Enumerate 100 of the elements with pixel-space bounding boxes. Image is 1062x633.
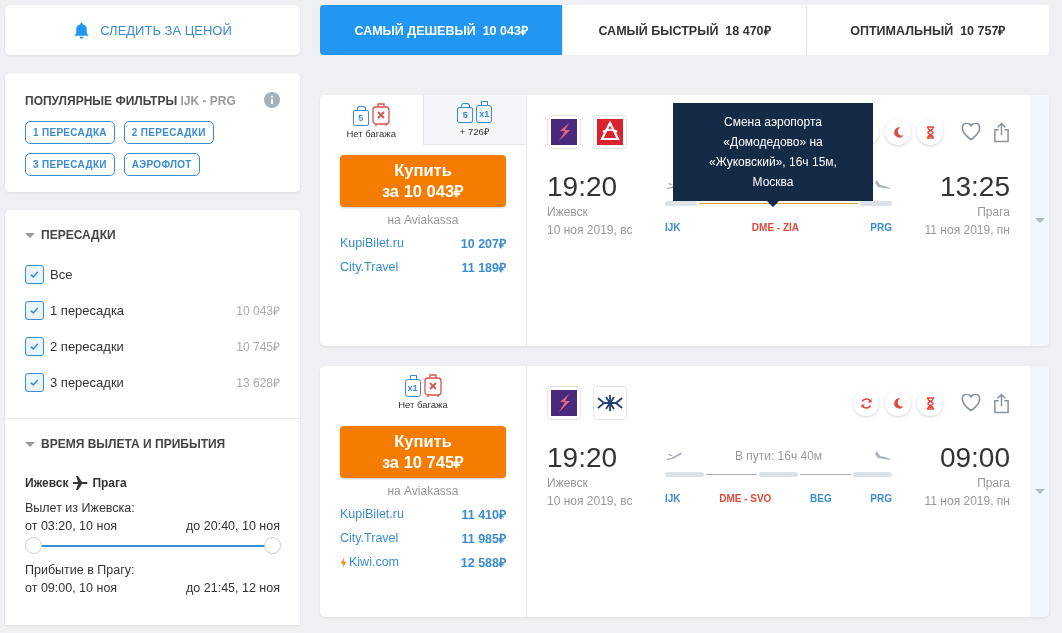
- depart-time: 19:20: [547, 442, 619, 474]
- vendor-label: на Aviakassa: [386, 213, 460, 227]
- heart-icon[interactable]: [961, 123, 981, 141]
- offer-link[interactable]: KupiBilet.ru: [340, 507, 404, 521]
- airport-code: IJK: [665, 222, 681, 233]
- feature-badge: [917, 119, 943, 145]
- crossed-suitcase-icon: [371, 101, 390, 126]
- landing-plane-icon: [874, 179, 892, 191]
- airport-code: DME - SVO: [719, 493, 772, 504]
- vendor-label: на Aviakassa: [386, 484, 460, 498]
- flight-segment: [852, 472, 892, 477]
- offer-link[interactable]: City.Travel: [340, 260, 399, 274]
- bell-icon: [73, 20, 91, 40]
- arrive-city: Прага: [976, 476, 1010, 490]
- crossed-suitcase-icon: [423, 372, 442, 397]
- option-label: 2 пересадки: [50, 338, 124, 354]
- buy-button[interactable]: Купить за 10 745₽: [340, 426, 506, 478]
- filter-chip[interactable]: 1 ПЕРЕСАДКА: [25, 121, 115, 144]
- caret-icon[interactable]: [25, 232, 35, 238]
- offer-price[interactable]: 12 588₽: [460, 553, 506, 571]
- slider-handle[interactable]: [25, 537, 42, 554]
- filter-chip[interactable]: 2 ПЕРЕСАДКИ: [123, 121, 214, 144]
- heart-icon[interactable]: [961, 394, 981, 412]
- option-price: 10 745₽: [236, 338, 280, 355]
- range-to: до 21:45, 12 ноя: [186, 581, 280, 595]
- airport-code: PRG: [870, 493, 892, 504]
- caret-icon[interactable]: [25, 441, 35, 447]
- option-price: 10 043₽: [236, 302, 280, 319]
- landing-plane-icon: [874, 450, 892, 462]
- route-to: Прага: [92, 476, 127, 490]
- flight-segment: [665, 472, 705, 477]
- range-label: Вылет из Ижевска:: [25, 501, 136, 515]
- baggage-option[interactable]: x1 Нет багажа: [320, 366, 526, 416]
- airline-logo: [593, 386, 627, 420]
- filter-chip[interactable]: 3 ПЕРЕСАДКИ: [25, 153, 115, 176]
- range-from: от 09:00, 10 ноя: [25, 581, 118, 595]
- section-title: ВРЕМЯ ВЫЛЕТА И ПРИБЫТИЯ: [41, 437, 226, 451]
- checkbox[interactable]: [25, 336, 44, 356]
- takeoff-plane-icon: [665, 450, 683, 462]
- depart-date: 10 ноя 2019, вс: [547, 494, 634, 508]
- depart-city: Ижевск: [547, 476, 589, 490]
- arrive-date: 11 ноя 2019, пн: [923, 494, 1010, 508]
- sort-tab[interactable]: САМЫЙ ДЕШЕВЫЙ 10 043₽: [320, 5, 564, 55]
- depart-city: Ижевск: [547, 205, 589, 219]
- checkbox[interactable]: [25, 264, 44, 284]
- range-from: от 03:20, 10 ноя: [25, 519, 118, 533]
- airport-code: IJK: [665, 493, 681, 504]
- price-alert-button[interactable]: СЛЕДИТЬ ЗА ЦЕНОЙ: [5, 5, 300, 55]
- hand-bag: 5: [352, 109, 369, 126]
- flight-segment: [860, 201, 892, 206]
- share-icon[interactable]: [993, 392, 1010, 414]
- offer-price[interactable]: 11 410₽: [461, 505, 506, 523]
- arrive-date: 11 ноя 2019, пн: [923, 223, 1010, 237]
- buy-button[interactable]: Купить за 10 043₽: [340, 155, 506, 207]
- flight-segment: [758, 472, 799, 477]
- range-to: до 20:40, 10 ноя: [186, 519, 280, 533]
- option-label: 3 пересадки: [50, 374, 124, 390]
- checkbox[interactable]: [25, 372, 44, 392]
- route-label: IJK - PRG: [180, 94, 236, 108]
- sort-tab[interactable]: САМЫЙ БЫСТРЫЙ 18 470₽: [563, 5, 807, 55]
- info-icon: [264, 92, 280, 108]
- depart-time: 19:20: [547, 171, 619, 203]
- baggage-option[interactable]: 5 Нет багажа: [320, 95, 423, 145]
- airport-change-tooltip: Смена аэропорта «Домодедово» на «Жуковский», 16ч 15м, Москва: [673, 103, 873, 207]
- lightning-icon: [340, 556, 347, 568]
- airline-logo: [547, 386, 581, 420]
- offer-price[interactable]: 10 207₽: [460, 234, 506, 252]
- baggage-option[interactable]: 5 x1 + 726₽: [422, 95, 526, 145]
- share-icon[interactable]: [993, 121, 1010, 143]
- caret-icon: [1034, 489, 1045, 494]
- slider-handle[interactable]: [264, 537, 281, 554]
- plane-icon: [72, 475, 89, 491]
- offer-link[interactable]: KupiBilet.ru: [340, 236, 404, 250]
- offer-price[interactable]: 11 189₽: [461, 258, 506, 276]
- feature-badge: [853, 390, 879, 416]
- route-from: Ижевск: [25, 476, 69, 490]
- filter-chip[interactable]: АЭРОФЛОТ: [123, 153, 200, 176]
- feature-badge: [885, 390, 911, 416]
- sort-tab[interactable]: ОПТИМАЛЬНЫЙ 10 757₽: [806, 5, 1049, 55]
- airport-code: BEG: [810, 493, 832, 504]
- range-label: Прибытие в Прагу:: [25, 563, 136, 577]
- arrive-time: 13:25: [938, 171, 1010, 203]
- checkbox[interactable]: [25, 300, 44, 320]
- airline-logo: [547, 115, 581, 149]
- offer-price[interactable]: 11 985₽: [461, 529, 506, 547]
- arrive-time: 09:00: [938, 442, 1010, 474]
- offer-link[interactable]: City.Travel: [340, 531, 399, 545]
- option-label: 1 пересадка: [50, 302, 125, 318]
- airport-code: DME - ZIA: [751, 222, 800, 233]
- flight-segment: [665, 201, 697, 206]
- depart-date: 10 ноя 2019, вс: [547, 223, 634, 237]
- offer-link[interactable]: Kiwi.com: [340, 555, 399, 569]
- airline-logo: [593, 115, 627, 149]
- option-label: Все: [50, 266, 73, 282]
- caret-icon: [1034, 218, 1045, 223]
- flight-duration: В пути: 16ч 40м: [734, 449, 823, 463]
- arrive-city: Прага: [976, 205, 1010, 219]
- section-title: ПЕРЕСАДКИ: [41, 228, 116, 242]
- suitcase: x1: [404, 378, 421, 397]
- airport-code: PRG: [870, 222, 892, 233]
